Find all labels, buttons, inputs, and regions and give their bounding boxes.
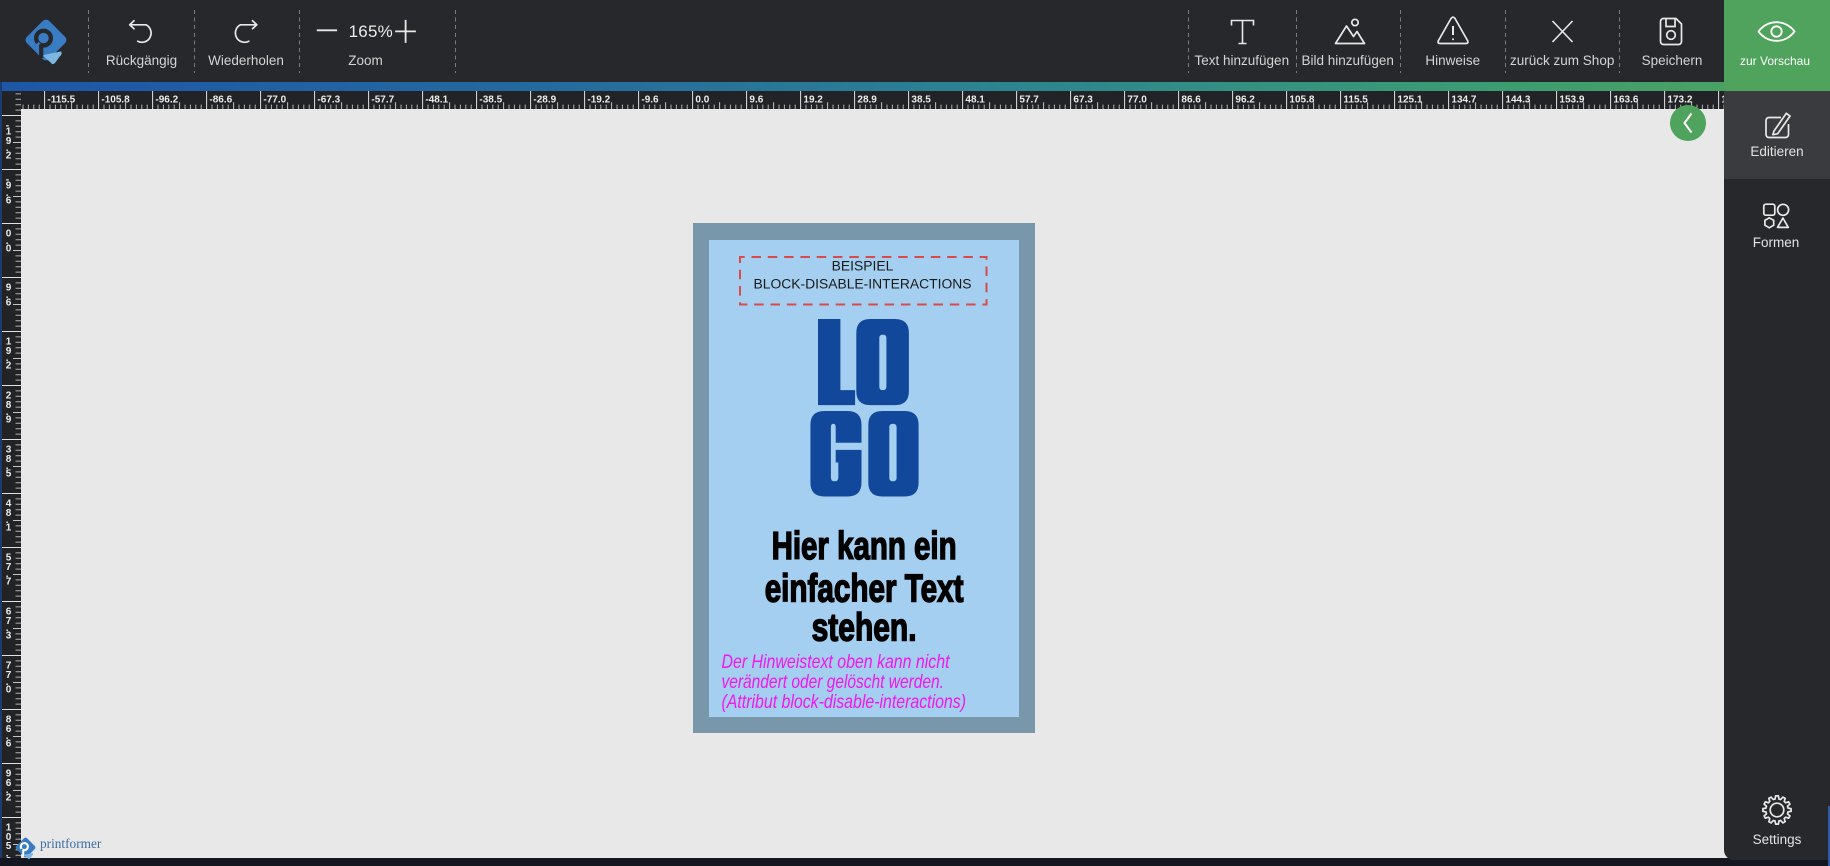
svg-text:-105.8: -105.8 xyxy=(101,94,130,105)
svg-text:-86.6: -86.6 xyxy=(209,94,232,105)
svg-text:28.9: 28.9 xyxy=(857,94,877,105)
svg-text:163.6: 163.6 xyxy=(1613,94,1638,105)
svg-text:134.7: 134.7 xyxy=(1451,94,1476,105)
svg-text:einfacher Text: einfacher Text xyxy=(764,568,963,611)
svg-text:-19.2: -19.2 xyxy=(587,94,610,105)
svg-text:Der Hinweistext oben kann nich: Der Hinweistext oben kann nicht xyxy=(721,652,950,673)
svg-text:(Attribut block-disable-intera: (Attribut block-disable-interactions) xyxy=(721,692,966,713)
svg-text:96.2: 96.2 xyxy=(1235,94,1255,105)
svg-text:0: 0 xyxy=(6,684,12,695)
svg-text:0: 0 xyxy=(6,243,12,254)
svg-text:6: 6 xyxy=(6,195,12,206)
svg-text:verändert oder gelöscht werden: verändert oder gelöscht werden. xyxy=(721,672,944,693)
svg-text:2: 2 xyxy=(6,150,12,161)
svg-text:125.1: 125.1 xyxy=(1397,94,1422,105)
svg-text:Hier kann ein: Hier kann ein xyxy=(771,525,956,568)
svg-text:6: 6 xyxy=(6,297,12,308)
svg-text:BEISPIEL: BEISPIEL xyxy=(831,259,893,274)
svg-text:5: 5 xyxy=(6,468,12,479)
svg-text:57.7: 57.7 xyxy=(1019,94,1039,105)
svg-text:38.5: 38.5 xyxy=(911,94,931,105)
svg-text:115.5: 115.5 xyxy=(1343,94,1368,105)
svg-text:-67.3: -67.3 xyxy=(317,94,340,105)
svg-text:6: 6 xyxy=(6,738,12,749)
svg-text:9.6: 9.6 xyxy=(749,94,763,105)
svg-text:19.2: 19.2 xyxy=(803,94,823,105)
svg-text:-57.7: -57.7 xyxy=(371,94,394,105)
svg-text:-115.5: -115.5 xyxy=(47,94,75,105)
svg-text:stehen.: stehen. xyxy=(811,607,916,650)
svg-text:77.0: 77.0 xyxy=(1127,94,1147,105)
svg-text:173.2: 173.2 xyxy=(1667,94,1692,105)
svg-text:9: 9 xyxy=(6,414,12,425)
svg-text:105.8: 105.8 xyxy=(1289,94,1314,105)
svg-text:153.9: 153.9 xyxy=(1559,94,1584,105)
svg-text:48.1: 48.1 xyxy=(965,94,985,105)
svg-text:-96.2: -96.2 xyxy=(155,94,178,105)
svg-text:144.3: 144.3 xyxy=(1505,94,1530,105)
svg-text:-38.5: -38.5 xyxy=(479,94,502,105)
svg-text:67.3: 67.3 xyxy=(1073,94,1093,105)
svg-text:3: 3 xyxy=(6,630,12,641)
svg-text:2: 2 xyxy=(6,360,12,371)
svg-text:-9.6: -9.6 xyxy=(641,94,659,105)
svg-text:-48.1: -48.1 xyxy=(425,94,448,105)
svg-text:7: 7 xyxy=(6,576,12,587)
svg-text:0.0: 0.0 xyxy=(695,94,709,105)
svg-text:BLOCK-DISABLE-INTERACTIONS: BLOCK-DISABLE-INTERACTIONS xyxy=(753,277,971,292)
svg-text:-77.0: -77.0 xyxy=(263,94,286,105)
svg-text:1: 1 xyxy=(6,522,12,533)
svg-text:2: 2 xyxy=(6,792,12,803)
svg-text:86.6: 86.6 xyxy=(1181,94,1201,105)
svg-text:-28.9: -28.9 xyxy=(533,94,556,105)
